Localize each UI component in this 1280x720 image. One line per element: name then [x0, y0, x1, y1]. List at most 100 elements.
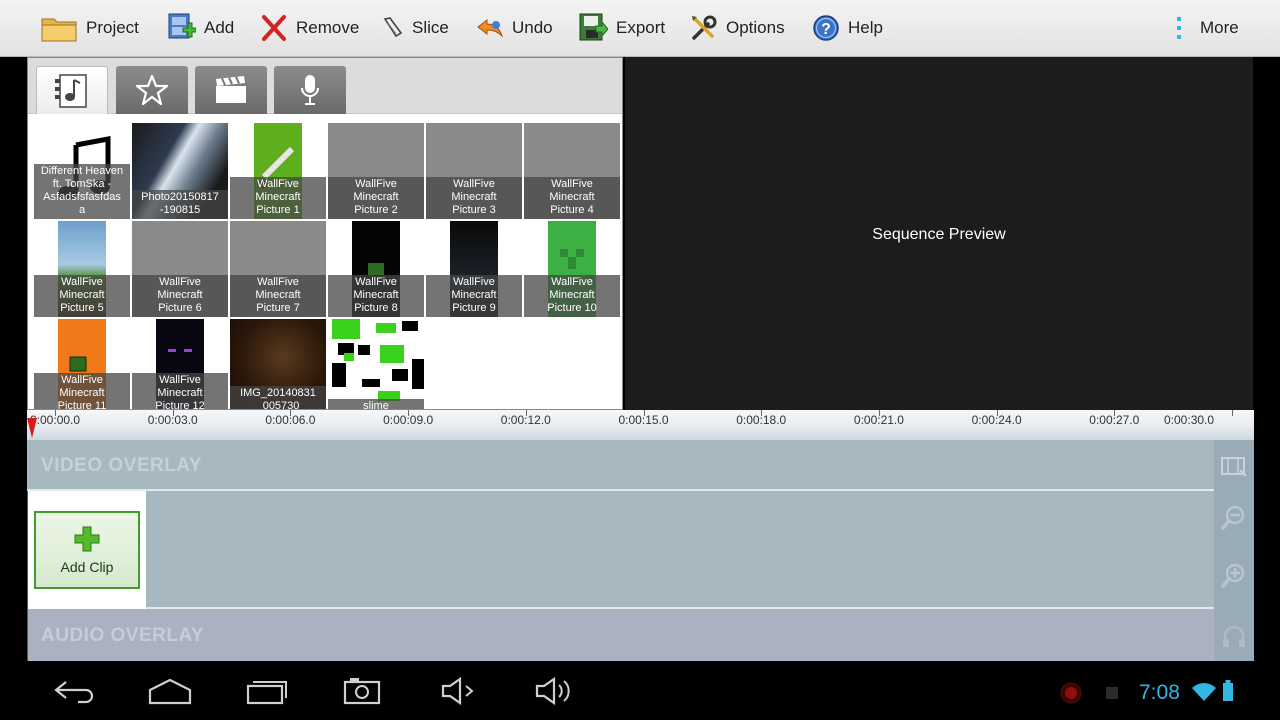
slime-sprite-icon	[332, 319, 424, 401]
media-item[interactable]: slime	[328, 319, 424, 409]
folder-icon	[41, 18, 77, 42]
sequence-preview-panel[interactable]: Sequence Preview	[625, 57, 1253, 410]
star-icon	[135, 74, 169, 106]
media-caption: WallFive Minecraft Picture 8	[328, 275, 424, 317]
recent-apps-icon[interactable]	[245, 676, 291, 706]
undo-arrow-icon	[477, 18, 504, 38]
video-overlay-track[interactable]: VIDEO OVERLAY	[27, 440, 1214, 491]
media-item[interactable]: WallFive Minecraft Picture 12	[132, 319, 228, 409]
media-caption: WallFive Minecraft Picture 7	[230, 275, 326, 317]
media-item[interactable]: WallFive Minecraft Picture 10	[524, 221, 620, 317]
ruler-tick-label: 0:00:27.0	[1089, 413, 1140, 427]
media-caption: WallFive Minecraft Picture 12	[132, 373, 228, 409]
export-button[interactable]: Export	[578, 8, 665, 48]
undo-button[interactable]: Undo	[476, 8, 553, 48]
undo-label: Undo	[512, 18, 553, 37]
remove-x-icon	[262, 15, 286, 41]
media-item[interactable]: WallFive Minecraft Picture 1	[230, 123, 326, 219]
media-caption: WallFive Minecraft Picture 1	[230, 177, 326, 219]
playhead-line	[27, 491, 28, 661]
media-library-panel: Different Heaven ft. TomSka - Asfadsfsfa…	[27, 57, 623, 410]
media-thumbnail	[332, 319, 424, 409]
tab-favorites[interactable]	[116, 66, 188, 114]
media-caption: Photo20150817 -190815	[132, 190, 228, 219]
timeline-ruler[interactable]: 0:00:00.0 0:00:03.0 0:00:06.0 0:00:09.0 0:00…	[27, 410, 1254, 440]
library-tab-bar	[28, 58, 622, 114]
ruler-tick-label: 0:00:06.0	[265, 413, 316, 427]
more-button[interactable]: More	[1174, 8, 1239, 48]
screenshot-icon[interactable]	[342, 676, 382, 706]
media-item[interactable]: WallFive Minecraft Picture 5	[34, 221, 130, 317]
remove-button[interactable]: Remove	[260, 8, 359, 48]
ruler-tick-label: 0:00:21.0	[853, 413, 904, 427]
status-clock: 7:08	[1139, 681, 1180, 704]
tab-media-files[interactable]	[36, 66, 108, 114]
ruler-tick-label: 0:00:00.0	[30, 413, 81, 427]
clapperboard-icon	[216, 76, 246, 103]
volume-down-icon[interactable]	[440, 676, 476, 706]
ruler-tick-label: 0:00:03.0	[147, 413, 198, 427]
media-caption: WallFive Minecraft Picture 2	[328, 177, 424, 219]
video-overlay-label: VIDEO OVERLAY	[41, 455, 203, 476]
help-icon: ?	[813, 15, 839, 41]
media-caption: IMG_20140831 _005730	[230, 386, 326, 409]
media-files-icon	[55, 73, 87, 108]
slice-label: Slice	[412, 18, 449, 37]
help-button[interactable]: ? Help	[812, 8, 883, 48]
add-media-icon	[168, 13, 196, 39]
audio-overlay-track[interactable]: AUDIO OVERLAY	[27, 609, 1214, 661]
export-label: Export	[616, 18, 666, 37]
export-icon	[579, 13, 608, 41]
tab-audio[interactable]	[274, 66, 346, 114]
add-button[interactable]: Add	[166, 8, 234, 48]
media-caption: Different Heaven ft. TomSka - Asfadsfsfa…	[34, 164, 130, 219]
media-item[interactable]: WallFive Minecraft Picture 8	[328, 221, 424, 317]
slice-icon	[383, 17, 403, 38]
media-caption: WallFive Minecraft Picture 9	[426, 275, 522, 317]
media-item[interactable]: WallFive Minecraft Picture 9	[426, 221, 522, 317]
ruler-tick	[1232, 410, 1233, 416]
ruler-tick-label: 0:00:18.0	[736, 413, 787, 427]
media-item[interactable]: WallFive Minecraft Picture 6	[132, 221, 228, 317]
media-item[interactable]: WallFive Minecraft Picture 3	[426, 123, 522, 219]
overflow-menu-icon	[1177, 17, 1181, 39]
tools-icon	[692, 15, 717, 40]
options-button[interactable]: Options	[690, 8, 785, 48]
playhead-marker[interactable]	[27, 418, 37, 438]
main-video-track[interactable]: Add Clip	[27, 491, 1214, 609]
project-button[interactable]: Project	[40, 8, 139, 48]
record-indicator-icon	[1060, 682, 1082, 704]
film-strip-icon[interactable]	[1220, 452, 1248, 480]
clip-slot: Add Clip	[27, 491, 146, 609]
headphones-icon[interactable]	[1220, 622, 1248, 650]
home-icon[interactable]	[146, 676, 194, 706]
zoom-in-icon[interactable]	[1220, 562, 1248, 590]
plus-icon	[74, 526, 100, 552]
media-item[interactable]: IMG_20140831 _005730	[230, 319, 326, 409]
battery-icon	[1223, 680, 1233, 701]
wifi-icon	[1192, 683, 1216, 701]
media-item[interactable]: Different Heaven ft. TomSka - Asfadsfsfa…	[34, 123, 130, 219]
tab-scenes[interactable]	[195, 66, 267, 114]
zoom-out-icon[interactable]	[1220, 504, 1248, 532]
system-navigation-bar: 7:08	[0, 662, 1280, 720]
timeline-side-controls	[1214, 440, 1254, 661]
svg-text:?: ?	[821, 21, 831, 38]
volume-up-icon[interactable]	[534, 676, 576, 706]
ruler-tick-label: 0:00:30.0	[1164, 413, 1215, 427]
audio-overlay-label: AUDIO OVERLAY	[41, 625, 205, 646]
media-item[interactable]: WallFive Minecraft Picture 11	[34, 319, 130, 409]
ruler-tick-label: 0:00:09.0	[383, 413, 434, 427]
media-caption: slime	[328, 399, 424, 409]
media-caption: WallFive Minecraft Picture 5	[34, 275, 130, 317]
media-item[interactable]: Photo20150817 -190815	[132, 123, 228, 219]
media-caption: WallFive Minecraft Picture 6	[132, 275, 228, 317]
add-clip-button[interactable]: Add Clip	[34, 511, 140, 589]
media-item[interactable]: WallFive Minecraft Picture 4	[524, 123, 620, 219]
media-item[interactable]: WallFive Minecraft Picture 7	[230, 221, 326, 317]
more-label: More	[1200, 18, 1239, 37]
media-item[interactable]: WallFive Minecraft Picture 2	[328, 123, 424, 219]
preview-label: Sequence Preview	[872, 226, 1006, 243]
slice-button[interactable]: Slice	[382, 8, 449, 48]
back-icon[interactable]	[52, 676, 96, 706]
